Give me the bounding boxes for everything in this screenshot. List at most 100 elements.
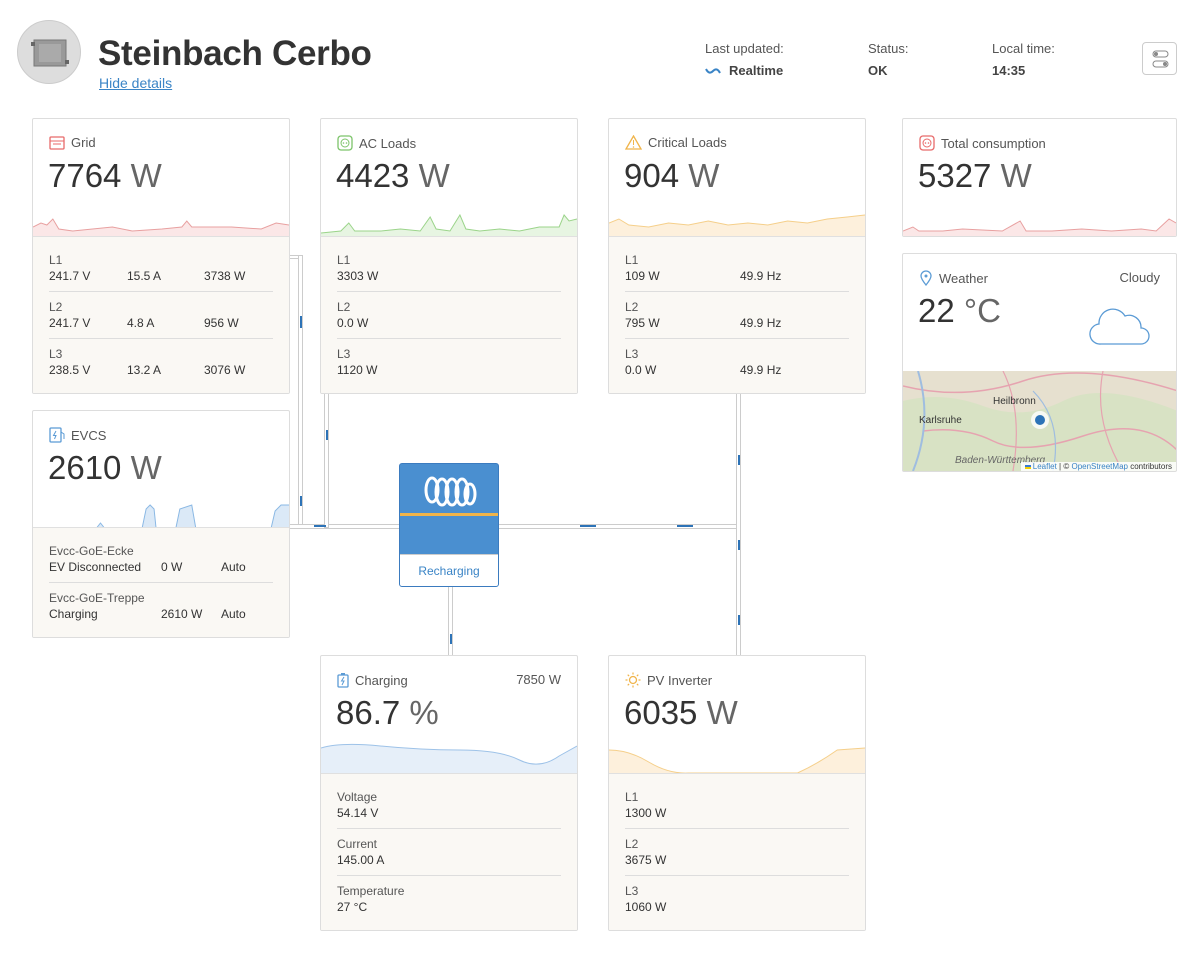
flag-icon: [1024, 465, 1031, 469]
flow-dot: [738, 455, 740, 465]
toggle-icon: [1152, 50, 1169, 68]
flow-dot: [677, 525, 693, 527]
pv-row-l1: L1 1300 W: [625, 790, 667, 820]
local-time-label: Local time:: [992, 41, 1055, 56]
ac-loads-card[interactable]: AC Loads 4423 W L1 3303 W L2 0.0 W L3 1120 …: [320, 118, 578, 394]
flow-dot: [738, 540, 740, 550]
hide-details-link[interactable]: Hide details: [99, 75, 172, 91]
location-pin-icon: [920, 270, 932, 286]
weather-card[interactable]: Weather Cloudy 22 °C Heilbronn Karlsruhe…: [902, 253, 1177, 472]
evcs-card[interactable]: EVCS 2610 W Evcc-GoE-Ecke EV Disconnecte…: [32, 410, 290, 638]
divider: [625, 828, 849, 829]
evcs-power: 2610 W: [48, 449, 162, 486]
last-updated-value: Realtime: [705, 63, 783, 78]
ac-row-l1: L1 3303 W: [337, 253, 379, 283]
realtime-text: Realtime: [729, 63, 784, 78]
ac-loads-sparkline: [321, 213, 577, 237]
divider: [49, 338, 273, 339]
battery-temperature-row: Temperature 27 °C: [337, 884, 405, 914]
divider: [337, 828, 561, 829]
evcs-sparkline: [33, 504, 289, 529]
total-consumption-title: Total consumption: [941, 135, 1046, 151]
pv-inverter-card[interactable]: PV Inverter 6035 W L1 1300 W L2 3675 W L3 1…: [608, 655, 866, 931]
total-consumption-power: 5327 W: [918, 157, 1032, 194]
grid-row-l2: L2 241.7 V 4.8 A 956 W: [49, 300, 239, 330]
pv-inverter-title: PV Inverter: [647, 672, 713, 688]
connector-line: [324, 392, 329, 528]
divider: [337, 338, 561, 339]
critical-loads-details: L1 109 W 49.9 Hz L2 795 W 49.9 Hz L3 0.0 W 49.…: [609, 236, 865, 393]
total-consumption-sparkline: [903, 218, 1176, 236]
critical-loads-sparkline: [609, 214, 865, 237]
divider: [337, 875, 561, 876]
grid-power: 7764 W: [48, 157, 162, 194]
ac-loads-power: 4423 W: [336, 157, 450, 194]
critical-loads-power: 904 W: [624, 157, 720, 194]
battery-current-row: Current 145.00 A: [337, 837, 385, 867]
grid-details: L1 241.7 V 15.5 A 3738 W L2 241.7 V 4.8 …: [33, 236, 289, 393]
total-consumption-card[interactable]: Total consumption 5327 W: [902, 118, 1177, 237]
grid-sparkline: [33, 218, 289, 237]
pv-row-l3: L3 1060 W: [625, 884, 667, 914]
cloud-icon: [1089, 308, 1150, 345]
weather-title: Weather: [939, 270, 988, 286]
grid-row-l3: L3 238.5 V 13.2 A 3076 W: [49, 347, 246, 377]
pv-inverter-details: L1 1300 W L2 3675 W L3 1060 W: [609, 773, 865, 930]
weather-condition: Cloudy: [1119, 270, 1160, 285]
victron-logo-icon: [424, 476, 477, 507]
map-attribution: Leaflet | © OpenStreetMap contributors: [1020, 462, 1176, 471]
flow-dot: [450, 634, 452, 644]
realtime-icon: [705, 67, 721, 74]
view-toggle-button[interactable]: [1142, 42, 1177, 75]
battery-card[interactable]: Charging 7850 W 86.7 % Voltage 54.14 V Cu…: [320, 655, 578, 931]
grid-row-l1: L1 241.7 V 15.5 A 3738 W: [49, 253, 246, 283]
osm-link[interactable]: OpenStreetMap: [1071, 462, 1127, 471]
battery-icon: [337, 673, 349, 688]
pv-inverter-sparkline: [609, 747, 865, 774]
status-value: OK: [868, 63, 888, 78]
status-label: Status:: [868, 41, 909, 56]
divider: [625, 291, 849, 292]
local-time-value: 14:35: [992, 63, 1026, 78]
leaflet-link[interactable]: Leaflet: [1033, 462, 1057, 471]
connector-line: [288, 524, 740, 529]
battery-charge-power: 7850 W: [516, 672, 561, 687]
ac-row-l2: L2 0.0 W: [337, 300, 369, 330]
connector-line: [448, 586, 453, 656]
weather-temperature: 22 °C: [918, 292, 1001, 329]
ev-charger-icon: [49, 427, 65, 443]
crit-row-l2: L2 795 W 49.9 Hz: [625, 300, 782, 330]
evcs-details: Evcc-GoE-Ecke EV Disconnected 0 W Auto E…: [33, 527, 289, 637]
crit-row-l1: L1 109 W 49.9 Hz: [625, 253, 782, 283]
inverter-state: Recharging: [400, 554, 498, 586]
charger-row: Evcc-GoE-Ecke EV Disconnected 0 W Auto: [49, 544, 246, 574]
socket-icon: [919, 135, 935, 151]
critical-loads-card[interactable]: Critical Loads 904 W L1 109 W 49.9 Hz L2 79…: [608, 118, 866, 394]
flow-dot: [314, 525, 326, 527]
map-city-label: Heilbronn: [993, 396, 1036, 407]
flow-dot: [738, 615, 740, 625]
divider: [49, 291, 273, 292]
critical-loads-title: Critical Loads: [648, 135, 727, 150]
ac-row-l3: L3 1120 W: [337, 347, 378, 377]
battery-sparkline: [321, 743, 577, 774]
sun-icon: [625, 672, 641, 688]
weather-map[interactable]: Heilbronn Karlsruhe Baden-Württemberg Le…: [903, 371, 1176, 471]
last-updated-label: Last updated:: [705, 41, 784, 56]
divider: [337, 291, 561, 292]
ac-loads-title: AC Loads: [359, 135, 417, 151]
divider: [49, 582, 273, 583]
device-avatar: [17, 20, 81, 84]
flow-dot: [580, 525, 596, 527]
inverter-node[interactable]: Recharging: [399, 463, 499, 587]
page-title: Steinbach Cerbo: [98, 34, 372, 73]
inverter-stripe: [400, 513, 498, 516]
ac-loads-details: L1 3303 W L2 0.0 W L3 1120 W: [321, 236, 577, 393]
grid-card[interactable]: Grid 7764 W L1 241.7 V 15.5 A 3738 W L2 …: [32, 118, 290, 394]
grid-meter-icon: [49, 135, 65, 150]
connector-line: [298, 255, 303, 529]
battery-details: Voltage 54.14 V Current 145.00 A Temperatu…: [321, 773, 577, 930]
crit-row-l3: L3 0.0 W 49.9 Hz: [625, 347, 782, 377]
charger-row: Evcc-GoE-Treppe Charging 2610 W Auto: [49, 591, 246, 621]
divider: [625, 338, 849, 339]
